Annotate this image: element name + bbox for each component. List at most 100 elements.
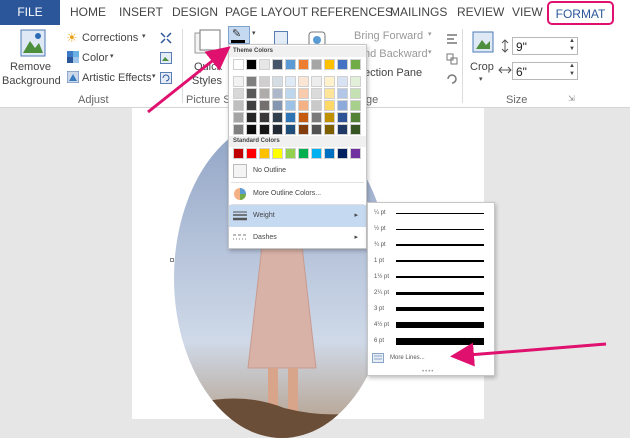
theme-color-swatch[interactable] (285, 100, 296, 111)
weight-option[interactable]: ½ pt (368, 221, 494, 237)
theme-color-swatch[interactable] (246, 88, 257, 99)
weight-option[interactable]: 6 pt (368, 333, 494, 349)
theme-color-swatch[interactable] (311, 112, 322, 123)
more-lines-item[interactable]: More Lines... (368, 350, 494, 366)
standard-color-swatch[interactable] (259, 148, 270, 159)
tab-mailings[interactable]: MAILINGS (390, 0, 447, 25)
theme-color-swatch[interactable] (285, 88, 296, 99)
tab-file[interactable]: FILE (0, 0, 60, 25)
no-outline-item[interactable]: No Outline (229, 160, 366, 182)
chevron-down-icon[interactable]: ▾ (252, 29, 256, 37)
selection-pane-button[interactable]: ection Pane (364, 65, 430, 81)
weight-option[interactable]: 2¼ pt (368, 285, 494, 301)
theme-color-swatch[interactable] (233, 112, 244, 123)
theme-color-swatch[interactable] (337, 76, 348, 87)
resize-grip-icon[interactable]: •••• (422, 369, 434, 375)
theme-color-swatch[interactable] (324, 100, 335, 111)
theme-color-swatch[interactable] (233, 100, 244, 111)
theme-color-swatch[interactable] (350, 88, 361, 99)
weight-option[interactable]: 4½ pt (368, 317, 494, 333)
height-spinner-icon[interactable]: ▲ ▼ (569, 37, 575, 53)
theme-color-swatch[interactable] (272, 124, 283, 135)
theme-color-swatch[interactable] (259, 100, 270, 111)
weight-option[interactable]: 1½ pt (368, 269, 494, 285)
weight-item[interactable]: Weight ▸ (229, 205, 366, 227)
theme-color-swatch[interactable] (337, 124, 348, 135)
theme-color-swatch[interactable] (233, 59, 244, 70)
tab-references[interactable]: REFERENCES (311, 0, 393, 25)
quick-styles-button[interactable]: Quick Styles (188, 27, 228, 89)
more-outline-colors-item[interactable]: More Outline Colors... (229, 183, 366, 205)
standard-color-swatch[interactable] (311, 148, 322, 159)
theme-color-swatch[interactable] (298, 88, 309, 99)
theme-color-swatch[interactable] (285, 76, 296, 87)
compress-pictures-icon[interactable] (160, 32, 172, 44)
rotate-icon[interactable] (446, 73, 458, 85)
crop-button[interactable]: Crop ▾ (466, 27, 500, 89)
theme-color-swatch[interactable] (350, 100, 361, 111)
theme-color-swatch[interactable] (272, 59, 283, 70)
theme-color-swatch[interactable] (298, 112, 309, 123)
theme-color-swatch[interactable] (324, 59, 335, 70)
theme-color-swatch[interactable] (311, 124, 322, 135)
color-button[interactable]: Color ▾ (66, 50, 148, 66)
theme-color-swatch[interactable] (337, 88, 348, 99)
theme-color-swatch[interactable] (233, 76, 244, 87)
theme-color-swatch[interactable] (246, 112, 257, 123)
theme-color-swatch[interactable] (285, 112, 296, 123)
standard-color-swatch[interactable] (298, 148, 309, 159)
standard-color-swatch[interactable] (272, 148, 283, 159)
theme-color-swatch[interactable] (272, 112, 283, 123)
theme-color-swatch[interactable] (337, 112, 348, 123)
theme-color-swatch[interactable] (272, 88, 283, 99)
standard-color-swatch[interactable] (337, 148, 348, 159)
theme-color-swatch[interactable] (272, 100, 283, 111)
standard-color-swatch[interactable] (324, 148, 335, 159)
width-spinner-icon[interactable]: ▲ ▼ (569, 62, 575, 78)
tab-design[interactable]: DESIGN (172, 0, 218, 25)
group-icon[interactable] (446, 53, 458, 65)
theme-color-swatch[interactable] (259, 59, 270, 70)
theme-color-swatch[interactable] (298, 100, 309, 111)
theme-color-swatch[interactable] (324, 124, 335, 135)
weight-option[interactable]: 3 pt (368, 301, 494, 317)
artistic-effects-button[interactable]: Artistic Effects ▾ (66, 70, 160, 86)
theme-color-swatch[interactable] (259, 112, 270, 123)
width-field[interactable]: 6" ▲ ▼ (512, 62, 578, 80)
theme-color-swatch[interactable] (311, 59, 322, 70)
theme-color-swatch[interactable] (285, 59, 296, 70)
theme-color-swatch[interactable] (324, 76, 335, 87)
theme-color-swatch[interactable] (324, 88, 335, 99)
theme-color-swatch[interactable] (246, 59, 257, 70)
corrections-button[interactable]: ☀ Corrections ▾ (66, 30, 148, 46)
theme-color-swatch[interactable] (285, 124, 296, 135)
dialog-launcher-icon[interactable]: ⇲ (568, 94, 575, 103)
tab-view[interactable]: VIEW (512, 0, 543, 25)
theme-color-swatch[interactable] (246, 124, 257, 135)
reset-picture-icon[interactable] (160, 72, 172, 84)
theme-color-swatch[interactable] (233, 88, 244, 99)
change-picture-icon[interactable] (160, 52, 172, 64)
standard-color-swatch[interactable] (246, 148, 257, 159)
theme-color-swatch[interactable] (337, 59, 348, 70)
weight-option[interactable]: ¾ pt (368, 237, 494, 253)
weight-option[interactable]: ¼ pt (368, 205, 494, 221)
theme-color-swatch[interactable] (298, 124, 309, 135)
theme-color-swatch[interactable] (350, 124, 361, 135)
theme-color-swatch[interactable] (246, 76, 257, 87)
bring-forward-button[interactable]: Bring Forward ▾ (342, 28, 432, 44)
theme-color-swatch[interactable] (259, 124, 270, 135)
theme-color-swatch[interactable] (246, 100, 257, 111)
picture-effects-icon[interactable] (274, 31, 288, 45)
theme-color-swatch[interactable] (259, 88, 270, 99)
theme-color-swatch[interactable] (298, 59, 309, 70)
standard-color-swatch[interactable] (233, 148, 244, 159)
tab-page-layout[interactable]: PAGE LAYOUT (225, 0, 308, 25)
tab-format[interactable]: FORMAT (547, 1, 614, 25)
theme-color-swatch[interactable] (272, 76, 283, 87)
send-backward-button[interactable]: nd Backward ▾ (364, 46, 434, 62)
theme-color-swatch[interactable] (337, 100, 348, 111)
tab-insert[interactable]: INSERT (119, 0, 163, 25)
theme-color-swatch[interactable] (350, 76, 361, 87)
theme-color-swatch[interactable] (311, 100, 322, 111)
